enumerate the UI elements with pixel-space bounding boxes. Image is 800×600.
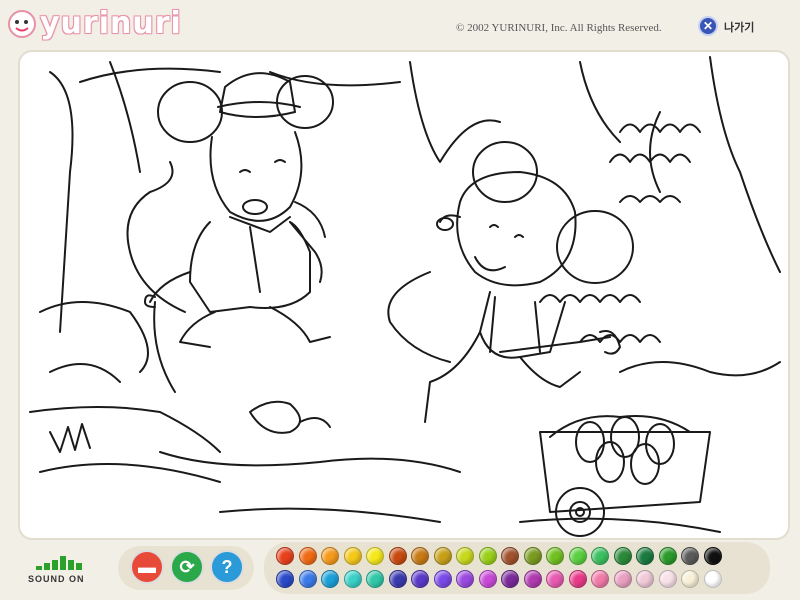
- color-swatch[interactable]: [366, 570, 384, 588]
- color-swatch[interactable]: [321, 547, 339, 565]
- color-swatch[interactable]: [591, 570, 609, 588]
- color-swatch[interactable]: [681, 570, 699, 588]
- color-swatch[interactable]: [546, 547, 564, 565]
- color-swatch[interactable]: [321, 570, 339, 588]
- color-swatch[interactable]: [658, 570, 677, 588]
- color-swatch[interactable]: [456, 570, 474, 588]
- color-swatch[interactable]: [591, 547, 609, 565]
- color-swatch[interactable]: [546, 570, 564, 588]
- color-swatch[interactable]: [276, 547, 294, 565]
- coloring-canvas[interactable]: [18, 50, 790, 540]
- color-swatch[interactable]: [343, 547, 362, 565]
- color-swatch[interactable]: [613, 570, 632, 588]
- sound-label: SOUND ON: [28, 574, 85, 584]
- copyright-text: © 2002 YURINURI, Inc. All Rights Reserve…: [456, 22, 662, 34]
- color-swatch[interactable]: [658, 547, 677, 565]
- color-swatch[interactable]: [703, 547, 722, 565]
- color-swatch[interactable]: [366, 547, 384, 565]
- color-swatch[interactable]: [478, 547, 497, 565]
- sound-level-icon: [36, 556, 86, 570]
- color-swatch[interactable]: [456, 547, 474, 565]
- color-palette: [264, 542, 770, 594]
- yurinuri-logo: yurinuri: [6, 4, 206, 44]
- color-swatch[interactable]: [568, 570, 587, 588]
- color-swatch[interactable]: [433, 570, 452, 588]
- color-swatch[interactable]: [501, 570, 519, 588]
- color-swatch[interactable]: [568, 547, 587, 565]
- color-swatch[interactable]: [523, 547, 542, 565]
- color-swatch[interactable]: [478, 570, 497, 588]
- color-swatch[interactable]: [433, 547, 452, 565]
- color-swatch[interactable]: [636, 570, 654, 588]
- color-swatch[interactable]: [298, 570, 317, 588]
- color-swatch[interactable]: [411, 570, 429, 588]
- sound-toggle[interactable]: SOUND ON: [24, 550, 94, 590]
- color-swatch[interactable]: [523, 570, 542, 588]
- logo-mascot-icon: [8, 10, 36, 38]
- exit-label: 나가기: [724, 22, 755, 34]
- print-icon: ▬: [138, 557, 156, 577]
- coloring-line-art[interactable]: [20, 52, 790, 540]
- color-swatch[interactable]: [681, 547, 699, 565]
- color-swatch[interactable]: [411, 547, 429, 565]
- help-icon: ?: [221, 557, 233, 577]
- color-swatch[interactable]: [501, 547, 519, 565]
- refresh-icon: ⟳: [179, 557, 195, 577]
- bottom-toolbar: SOUND ON ▬ ⟳ ?: [0, 540, 800, 600]
- color-swatch[interactable]: [298, 547, 317, 565]
- color-swatch[interactable]: [276, 570, 294, 588]
- color-swatch[interactable]: [388, 547, 407, 565]
- color-swatch[interactable]: [343, 570, 362, 588]
- logo-text: yurinuri: [40, 6, 182, 41]
- close-icon: ✕: [698, 16, 718, 36]
- color-swatch[interactable]: [388, 570, 407, 588]
- print-button[interactable]: ▬: [130, 550, 164, 584]
- help-button[interactable]: ?: [210, 550, 244, 584]
- color-swatch[interactable]: [613, 547, 632, 565]
- color-swatch[interactable]: [703, 570, 722, 588]
- exit-button[interactable]: ✕ 나가기: [698, 16, 778, 38]
- reset-button[interactable]: ⟳: [170, 550, 204, 584]
- header-bar: yurinuri © 2002 YURINURI, Inc. All Right…: [0, 0, 800, 48]
- color-swatch[interactable]: [636, 547, 654, 565]
